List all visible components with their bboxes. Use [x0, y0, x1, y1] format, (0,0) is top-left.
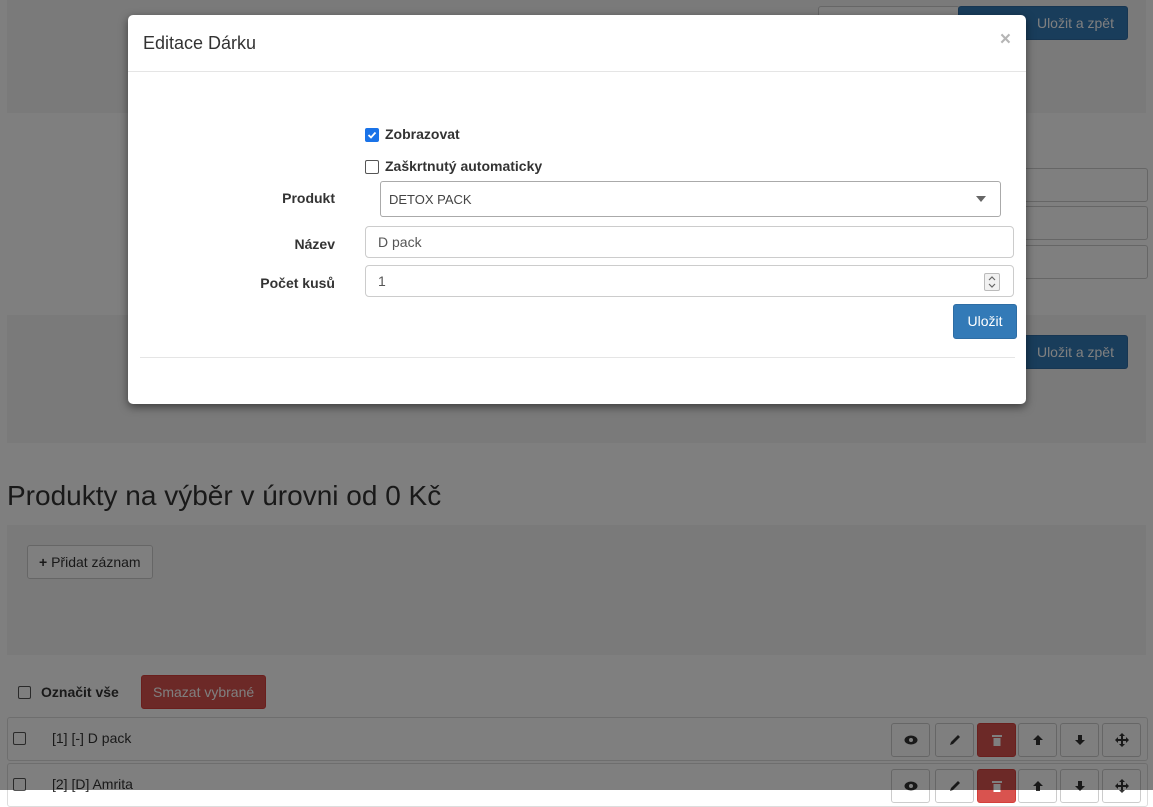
quantity-field-wrapper — [365, 265, 1014, 297]
auto-checked-label[interactable]: Zaškrtnutý automaticky — [385, 158, 542, 174]
caret-down-icon — [976, 196, 986, 202]
close-icon[interactable]: × — [1000, 29, 1011, 51]
edit-gift-modal: Editace Dárku × Zobrazovat Zaškrtnutý au… — [128, 15, 1026, 404]
name-input[interactable] — [365, 226, 1014, 258]
product-label: Produkt — [282, 190, 335, 206]
auto-checked-checkbox[interactable] — [365, 160, 379, 174]
check-icon — [367, 131, 377, 139]
show-checkbox-label[interactable]: Zobrazovat — [385, 126, 460, 142]
show-checkbox[interactable] — [365, 128, 379, 142]
quantity-stepper[interactable] — [365, 265, 1014, 297]
modal-divider — [140, 357, 1015, 358]
quantity-label: Počet kusů — [260, 275, 335, 291]
modal-header: Editace Dárku × — [128, 15, 1026, 72]
save-button[interactable]: Uložit — [953, 304, 1017, 339]
save-button-label: Uložit — [967, 313, 1003, 329]
spinner-icon[interactable] — [984, 273, 1000, 291]
modal-title: Editace Dárku — [143, 33, 257, 53]
product-select[interactable]: DETOX PACK — [380, 181, 1001, 217]
product-select-value: DETOX PACK — [389, 192, 472, 207]
name-label: Název — [294, 236, 335, 252]
